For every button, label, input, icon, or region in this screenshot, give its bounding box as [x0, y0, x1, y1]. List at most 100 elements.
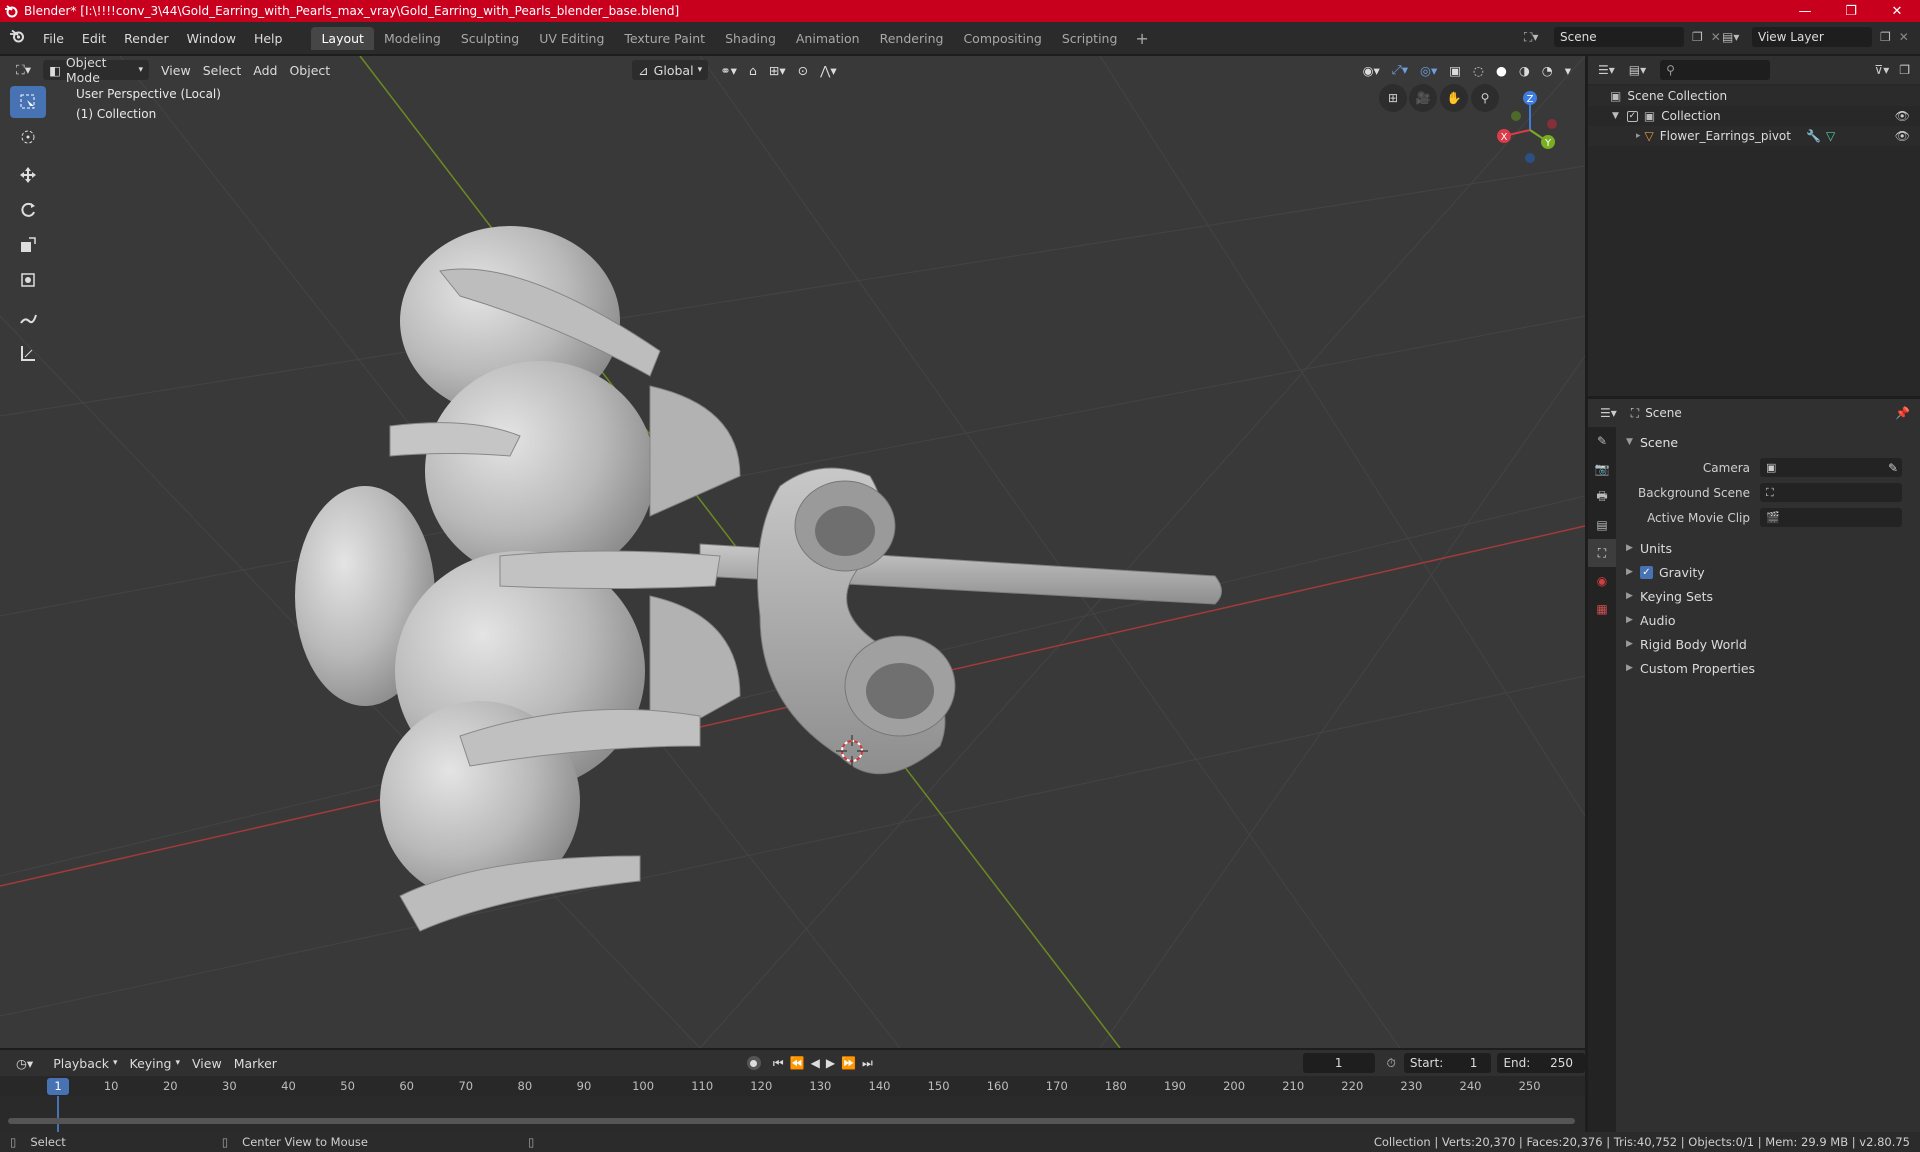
timeline-menu-view[interactable]: View: [186, 1053, 228, 1073]
tool-tab-icon[interactable]: ✎: [1588, 427, 1616, 455]
scene-selector[interactable]: ⛶▾ Scene ❐ ✕: [1524, 26, 1724, 48]
view-layer-remove-icon[interactable]: ✕: [1899, 30, 1909, 44]
measure-tool-icon[interactable]: [10, 337, 46, 369]
outliner-search-input[interactable]: ⚲: [1660, 60, 1771, 80]
xray-icon[interactable]: ▣: [1443, 60, 1467, 80]
menu-render[interactable]: Render: [115, 31, 178, 46]
3d-viewport[interactable]: ⛶▾ ◧ Object Mode ▾ View Select Add Objec…: [0, 56, 1585, 1048]
rotate-tool-icon[interactable]: [10, 194, 46, 226]
tab-compositing[interactable]: Compositing: [953, 27, 1051, 50]
proportional-edit-icon[interactable]: ⊙: [792, 60, 814, 80]
falloff-icon[interactable]: ⋀▾: [814, 60, 843, 80]
view-layer-copy-icon[interactable]: ❐: [1880, 30, 1891, 44]
start-frame-field[interactable]: Start: 1: [1403, 1053, 1492, 1073]
jump-end-icon[interactable]: ⏭: [862, 1056, 873, 1071]
camera-field[interactable]: ▣ ✎: [1760, 458, 1902, 477]
gizmo-neg-y-icon[interactable]: [1511, 111, 1521, 121]
move-tool-icon[interactable]: [10, 159, 46, 191]
output-tab-icon[interactable]: 🖶: [1588, 483, 1616, 511]
tab-sculpting[interactable]: Sculpting: [451, 27, 529, 50]
visibility-icon[interactable]: ◉▾: [1357, 60, 1386, 80]
gizmo-neg-x-icon[interactable]: [1547, 119, 1557, 129]
tab-animation[interactable]: Animation: [786, 27, 870, 50]
jump-keyframe-forward-icon[interactable]: ⏩: [841, 1056, 856, 1070]
filter-icon[interactable]: ⊽▾: [1874, 63, 1889, 77]
gravity-panel-header[interactable]: ▶ ✓ Gravity: [1618, 560, 1920, 584]
snap-icon[interactable]: ⌂: [743, 60, 763, 80]
editor-type-icon[interactable]: ⛶▾: [10, 60, 37, 80]
cursor-tool-icon[interactable]: [10, 121, 46, 153]
mesh-data-icon[interactable]: ▽: [1826, 129, 1835, 143]
expand-arrow-icon[interactable]: ▼: [1612, 111, 1619, 121]
select-box-icon[interactable]: [10, 86, 46, 118]
record-button[interactable]: [746, 1056, 761, 1070]
texture-tab-icon[interactable]: ▦: [1588, 595, 1616, 623]
blender-menu-icon[interactable]: [0, 28, 34, 48]
view-layer-selector[interactable]: ▤▾ View Layer ❐ ✕: [1722, 26, 1918, 48]
units-panel-header[interactable]: ▶ Units: [1618, 536, 1920, 560]
gizmo-toggle-icon[interactable]: ⤢▾: [1386, 60, 1414, 80]
transform-tool-icon[interactable]: [10, 264, 46, 296]
jump-keyframe-back-icon[interactable]: ⏪: [790, 1056, 805, 1070]
timeline-scrollbar[interactable]: [8, 1118, 1575, 1124]
navigation-gizmo[interactable]: Z X Y: [1490, 84, 1570, 164]
menu-edit[interactable]: Edit: [73, 31, 115, 46]
mode-selector[interactable]: ◧ Object Mode ▾: [43, 56, 150, 85]
tab-scripting[interactable]: Scripting: [1052, 27, 1128, 50]
frame-cursor[interactable]: 1: [47, 1078, 69, 1095]
shading-solid-icon[interactable]: ●: [1490, 60, 1513, 80]
jump-start-icon[interactable]: ⏮: [773, 1056, 784, 1071]
scene-tab-icon[interactable]: ⛶: [1588, 539, 1616, 567]
scene-name-field[interactable]: Scene: [1554, 27, 1684, 47]
tab-layout[interactable]: Layout: [311, 26, 374, 50]
camera-view-icon[interactable]: 🎥: [1409, 84, 1437, 112]
outliner-editor-icon[interactable]: ☰▾: [1598, 63, 1615, 77]
maximize-button[interactable]: ❐: [1828, 0, 1874, 22]
outliner-row-object[interactable]: ▸ ▽ Flower_Earrings_pivot 🔧 ▽ 👁: [1588, 126, 1920, 146]
orientation-selector[interactable]: ⊿ Global ▾: [632, 60, 709, 80]
pivot-point-icon[interactable]: ⚭▾: [714, 60, 743, 80]
display-mode-icon[interactable]: ▤▾: [1629, 63, 1646, 77]
render-tab-icon[interactable]: 📷: [1588, 455, 1616, 483]
close-button[interactable]: ✕: [1874, 0, 1920, 22]
shading-options-icon[interactable]: ▾: [1559, 60, 1577, 80]
timeline-editor-icon[interactable]: ◷▾: [10, 1053, 39, 1073]
world-tab-icon[interactable]: ◉: [1588, 567, 1616, 595]
add-workspace-button[interactable]: +: [1127, 29, 1156, 48]
gizmo-neg-z-icon[interactable]: [1525, 153, 1535, 163]
eye-icon[interactable]: 👁: [1895, 109, 1910, 123]
audio-panel-header[interactable]: ▶ Audio: [1618, 608, 1920, 632]
modifier-wrench-icon[interactable]: 🔧: [1806, 129, 1821, 143]
menu-window[interactable]: Window: [178, 31, 245, 46]
viewport-menu-add[interactable]: Add: [247, 60, 283, 80]
outliner-row-scene-collection[interactable]: ▣ Scene Collection: [1588, 86, 1920, 106]
view-layer-tab-icon[interactable]: ▤: [1588, 511, 1616, 539]
shading-rendered-icon[interactable]: ◔: [1536, 60, 1559, 80]
shading-wireframe-icon[interactable]: ◌: [1467, 60, 1490, 80]
pin-icon[interactable]: 📌: [1895, 406, 1910, 420]
minimize-button[interactable]: —: [1782, 0, 1828, 22]
timeline-menu-marker[interactable]: Marker: [228, 1053, 283, 1073]
end-frame-field[interactable]: End: 250: [1497, 1053, 1585, 1073]
exclude-checkbox[interactable]: ✓: [1626, 110, 1638, 122]
tab-texture-paint[interactable]: Texture Paint: [614, 27, 715, 50]
menu-file[interactable]: File: [34, 31, 73, 46]
timeline-ruler[interactable]: 1 10 20 30 40 50 60 70 80 90 100 110 120 130 140 150 16…: [0, 1076, 1585, 1096]
viewport-menu-object[interactable]: Object: [283, 60, 336, 80]
tab-shading[interactable]: Shading: [715, 27, 786, 50]
background-scene-field[interactable]: ⛶: [1760, 483, 1902, 502]
timeline-menu-playback[interactable]: Playback ▾: [47, 1053, 123, 1073]
scene-copy-icon[interactable]: ❐: [1692, 30, 1703, 44]
timeline-menu-keying[interactable]: Keying ▾: [124, 1053, 187, 1073]
snap-target-icon[interactable]: ⊞▾: [763, 60, 792, 80]
viewport-canvas[interactable]: [0, 56, 1585, 1048]
eyedropper-icon[interactable]: ✎: [1888, 461, 1898, 475]
properties-editor-icon[interactable]: ☰▾: [1600, 406, 1617, 420]
tab-uv-editing[interactable]: UV Editing: [529, 27, 614, 50]
scale-tool-icon[interactable]: [10, 229, 46, 261]
expand-arrow-icon[interactable]: ▸: [1636, 131, 1641, 141]
keying-sets-panel-header[interactable]: ▶ Keying Sets: [1618, 584, 1920, 608]
eye-icon[interactable]: 👁: [1895, 129, 1910, 143]
shading-material-icon[interactable]: ◑: [1513, 60, 1536, 80]
annotate-tool-icon[interactable]: [10, 302, 46, 334]
